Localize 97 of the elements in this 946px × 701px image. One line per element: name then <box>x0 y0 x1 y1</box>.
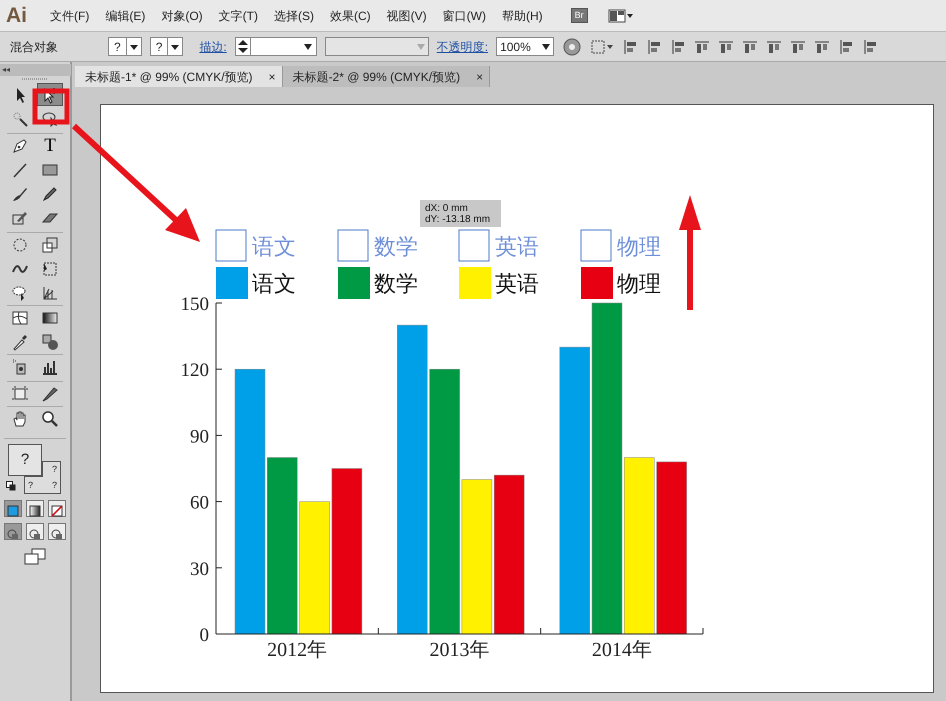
y-tick-label: 90 <box>190 426 209 448</box>
y-tick-label: 0 <box>200 625 209 646</box>
gradient-mode-button[interactable] <box>26 500 44 517</box>
draw-mode-button[interactable] <box>4 523 22 540</box>
close-icon[interactable]: × <box>476 68 484 86</box>
mesh-icon <box>11 308 29 326</box>
legend-label: 语文 <box>252 271 296 296</box>
legend-preview-label: 英语 <box>495 234 539 259</box>
y-tick-label: 150 <box>180 294 209 315</box>
draw-mode-button[interactable] <box>48 523 66 540</box>
opacity-link[interactable]: 不透明度: <box>436 38 488 56</box>
distribute-bottom-icon[interactable] <box>814 38 830 54</box>
color-mode-button[interactable] <box>4 500 22 517</box>
y-tick-label: 60 <box>190 492 209 514</box>
scale-icon <box>41 236 59 254</box>
bridge-button[interactable]: Br <box>570 8 588 24</box>
gradient-swatch-icon <box>28 504 42 518</box>
rotate-icon <box>11 236 29 254</box>
legend-label: 物理 <box>617 271 661 296</box>
highlight-frame <box>32 88 70 124</box>
y-tick-label: 120 <box>180 360 209 382</box>
brush-dropdown[interactable] <box>324 37 429 56</box>
legend-label: 数学 <box>374 271 418 296</box>
legend-preview-label: 物理 <box>617 234 661 259</box>
slice-icon <box>41 384 59 402</box>
zoom-icon <box>41 410 59 428</box>
artboard-icon <box>11 384 29 402</box>
dropdown[interactable]: ? <box>108 37 142 56</box>
recolor-icon[interactable] <box>562 36 582 56</box>
none-mode-button[interactable] <box>48 500 66 517</box>
line-icon <box>11 160 29 178</box>
stroke-label: ? <box>52 465 58 474</box>
x-tick-label: 2012年 <box>267 639 328 661</box>
x-tick-label: 2014年 <box>592 639 652 661</box>
magic-wand-icon <box>11 110 29 128</box>
stroke-link[interactable]: 描边: <box>199 38 227 56</box>
menu-item[interactable]: 选择(S) <box>266 6 322 24</box>
legend-label: 英语 <box>495 271 539 296</box>
y-tick-label: 30 <box>190 558 209 580</box>
default-colors-icon[interactable] <box>6 481 16 491</box>
distribute-center-icon[interactable] <box>862 38 878 54</box>
opacity-field[interactable]: 100% <box>496 37 554 56</box>
workspace-icon[interactable] <box>608 8 634 22</box>
menu-item[interactable]: 视图(V) <box>378 6 435 24</box>
lasso-icon <box>41 110 59 128</box>
legend-preview-swatch <box>580 230 612 262</box>
transform-icon[interactable] <box>590 38 614 54</box>
draw-mode-icon <box>6 526 20 541</box>
menu-item[interactable]: 编辑(E) <box>97 6 154 24</box>
align-center-icon[interactable] <box>646 38 662 54</box>
stroke-label: ? <box>52 481 58 490</box>
align-right-icon[interactable] <box>670 38 686 54</box>
document-tab[interactable]: 未标题-1* @ 99% (CMYK/预览) × <box>75 66 283 87</box>
distribute-left-icon[interactable] <box>838 38 854 54</box>
menu-item[interactable]: 文件(F) <box>42 6 98 24</box>
tooltip-text: dX: 0 mm <box>425 203 468 214</box>
document-tab[interactable]: 未标题-2* @ 99% (CMYK/预览) × <box>282 66 490 87</box>
blend-icon <box>41 332 59 350</box>
legend-preview-label: 语文 <box>252 234 296 259</box>
align-middle-icon[interactable] <box>718 38 734 54</box>
spinner-icon[interactable] <box>236 38 250 55</box>
screen-mode-icon[interactable] <box>24 548 46 566</box>
legend-preview-swatch <box>216 230 246 262</box>
distribute-middle-icon[interactable] <box>790 38 806 54</box>
grip-icon <box>20 76 50 82</box>
eyedropper-icon <box>11 332 29 350</box>
tooltip-text: dY: -13.18 mm <box>425 214 490 225</box>
menu-item[interactable]: 对象(O) <box>153 6 211 24</box>
distribute-top-icon[interactable] <box>766 38 782 54</box>
menu-item[interactable]: 帮助(H) <box>494 6 551 24</box>
stroke-weight-field[interactable] <box>234 37 317 56</box>
free-transform-icon <box>41 260 59 278</box>
draw-mode-button[interactable] <box>26 523 44 540</box>
legend-preview-swatch <box>458 230 490 262</box>
fill-swatch[interactable]: ? <box>8 444 42 476</box>
dropdown[interactable]: ? <box>150 37 184 56</box>
legend-preview-swatch <box>338 230 368 262</box>
menu-item[interactable]: 效果(C) <box>322 6 379 24</box>
align-bottom-icon[interactable] <box>742 38 758 54</box>
panel-header: ◂◂ <box>0 64 71 76</box>
legend-preview-label: 数学 <box>374 234 418 259</box>
pen-icon <box>11 136 29 154</box>
pencil-icon <box>41 184 59 202</box>
type-tool[interactable]: T <box>37 134 63 157</box>
align-left-icon[interactable] <box>622 38 638 54</box>
none-swatch-icon <box>50 504 64 518</box>
selection-label: 混合对象 <box>10 38 59 56</box>
x-tick-label: 2013年 <box>430 639 490 661</box>
draw-mode-icon <box>50 526 64 541</box>
stroke-label: ? <box>28 481 34 490</box>
menu-item[interactable]: 窗口(W) <box>434 6 494 24</box>
app-logo: Ai <box>6 2 28 29</box>
align-top-icon[interactable] <box>694 38 710 54</box>
draw-mode-icon <box>28 526 42 541</box>
close-icon[interactable]: × <box>268 68 276 86</box>
color-swatch-icon <box>6 504 20 518</box>
menu-item[interactable]: 文字(T) <box>210 6 266 24</box>
